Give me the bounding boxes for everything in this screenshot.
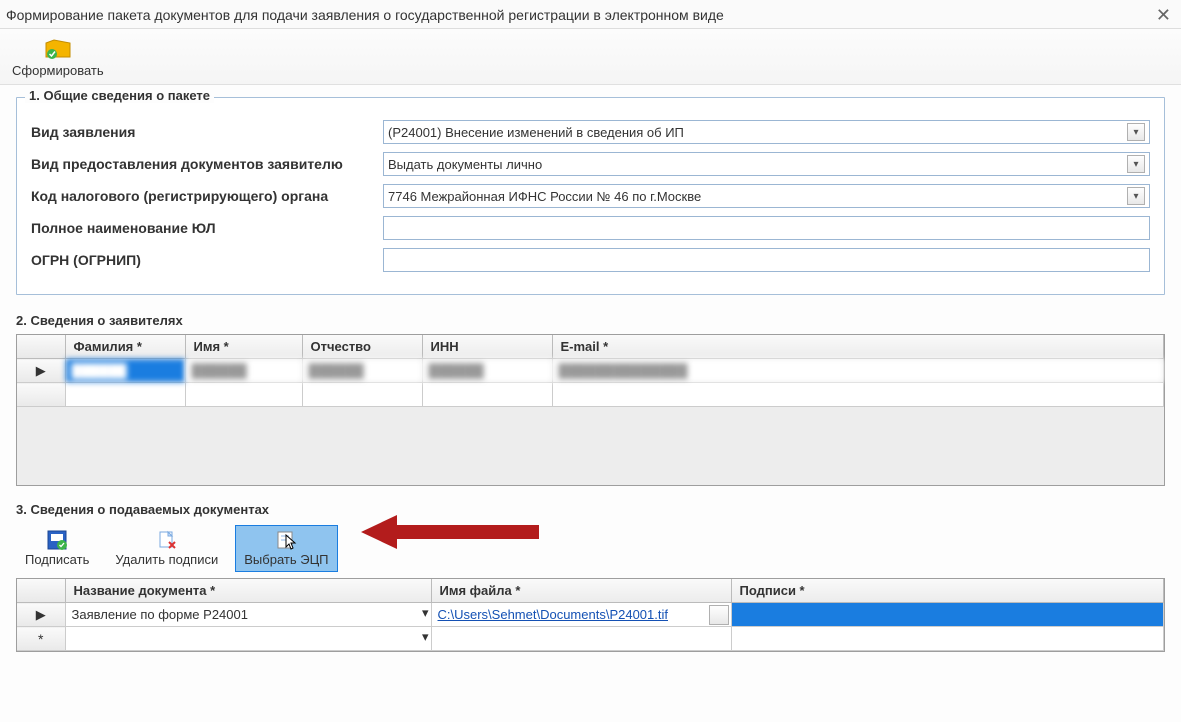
applicants-title: 2. Сведения о заявителях xyxy=(16,313,1165,328)
chevron-down-icon[interactable]: ▾ xyxy=(1127,123,1145,141)
table-row-new[interactable]: * ▾ xyxy=(17,627,1164,651)
row-indicator-icon: ▶ xyxy=(17,359,65,383)
titlebar: Формирование пакета документов для подач… xyxy=(0,0,1181,29)
row-header-corner xyxy=(17,335,65,359)
table-row-empty[interactable] xyxy=(17,383,1164,407)
chevron-down-icon[interactable]: ▾ xyxy=(422,605,429,621)
cell-file-name[interactable]: C:\Users\Sehmet\Documents\P24001.tif xyxy=(431,603,731,627)
page-delete-icon xyxy=(155,530,179,550)
row-header-corner xyxy=(17,579,65,603)
select-ecp-label: Выбрать ЭЦП xyxy=(244,552,328,567)
cell-doc-name[interactable]: Заявление по форме P24001 ▾ xyxy=(65,603,431,627)
applicants-section: 2. Сведения о заявителях Фамилия * Имя *… xyxy=(16,313,1165,486)
folder-check-icon xyxy=(44,37,72,61)
applicants-grid[interactable]: Фамилия * Имя * Отчество ИНН E-mail * ▶ … xyxy=(16,334,1165,486)
documents-toolbar: Подписать Удалить подписи xyxy=(16,525,1165,572)
delivery-label: Вид предоставления документов заявителю xyxy=(31,156,383,172)
form-package-button[interactable]: Сформировать xyxy=(12,37,104,78)
delete-signatures-label: Удалить подписи xyxy=(115,552,218,567)
cell-name[interactable]: ██████ xyxy=(185,359,302,383)
table-row[interactable]: ▶ Заявление по форме P24001 ▾ C:\Users\S… xyxy=(17,603,1164,627)
col-surname[interactable]: Фамилия * xyxy=(65,335,185,359)
delete-signatures-button[interactable]: Удалить подписи xyxy=(106,525,227,572)
documents-grid[interactable]: Название документа * Имя файла * Подписи… xyxy=(16,578,1165,652)
full-name-input[interactable] xyxy=(383,216,1150,240)
app-type-value: (Р24001) Внесение изменений в сведения о… xyxy=(388,125,684,140)
general-info-title: 1. Общие сведения о пакете xyxy=(25,88,214,103)
ogrn-input[interactable] xyxy=(383,248,1150,272)
form-package-label: Сформировать xyxy=(12,63,104,78)
col-email[interactable]: E-mail * xyxy=(552,335,1164,359)
window-title: Формирование пакета документов для подач… xyxy=(6,7,724,23)
col-signatures[interactable]: Подписи * xyxy=(731,579,1164,603)
documents-section: 3. Сведения о подаваемых документах Подп… xyxy=(16,502,1165,652)
cell-patronymic[interactable]: ██████ xyxy=(302,359,422,383)
tax-code-label: Код налогового (регистрирующего) органа xyxy=(31,188,383,204)
ogrn-label: ОГРН (ОГРНИП) xyxy=(31,252,383,268)
chevron-down-icon[interactable]: ▾ xyxy=(1127,187,1145,205)
tax-code-select[interactable]: 7746 Межрайонная ИФНС России № 46 по г.М… xyxy=(383,184,1150,208)
cell-email[interactable]: ██████████████ xyxy=(552,359,1164,383)
certificate-icon xyxy=(274,530,298,550)
tax-code-value: 7746 Межрайонная ИФНС России № 46 по г.М… xyxy=(388,189,701,204)
delivery-select[interactable]: Выдать документы лично ▾ xyxy=(383,152,1150,176)
browse-button[interactable] xyxy=(709,605,729,625)
documents-title: 3. Сведения о подаваемых документах xyxy=(16,502,1165,517)
grid-empty-area xyxy=(17,407,1164,485)
cell-surname[interactable]: ██████ xyxy=(65,359,185,383)
app-type-select[interactable]: (Р24001) Внесение изменений в сведения о… xyxy=(383,120,1150,144)
floppy-check-icon xyxy=(45,530,69,550)
col-name[interactable]: Имя * xyxy=(185,335,302,359)
cell-signatures[interactable] xyxy=(731,603,1164,627)
doc-name-value: Заявление по форме P24001 xyxy=(72,607,248,622)
sign-label: Подписать xyxy=(25,552,89,567)
full-name-label: Полное наименование ЮЛ xyxy=(31,220,383,236)
sign-button[interactable]: Подписать xyxy=(16,525,98,572)
app-type-label: Вид заявления xyxy=(31,124,383,140)
general-info-panel: 1. Общие сведения о пакете Вид заявления… xyxy=(16,97,1165,295)
delivery-value: Выдать документы лично xyxy=(388,157,542,172)
new-row-indicator-icon: * xyxy=(17,627,65,651)
col-patronymic[interactable]: Отчество xyxy=(302,335,422,359)
col-file-name[interactable]: Имя файла * xyxy=(431,579,731,603)
col-doc-name[interactable]: Название документа * xyxy=(65,579,431,603)
select-ecp-button[interactable]: Выбрать ЭЦП xyxy=(235,525,337,572)
row-indicator-icon: ▶ xyxy=(17,603,65,627)
file-path-link[interactable]: C:\Users\Sehmet\Documents\P24001.tif xyxy=(438,607,669,622)
main-toolbar: Сформировать xyxy=(0,29,1181,85)
col-inn[interactable]: ИНН xyxy=(422,335,552,359)
table-row[interactable]: ▶ ██████ ██████ ██████ ██████ ██████████… xyxy=(17,359,1164,383)
close-icon[interactable]: ✕ xyxy=(1156,6,1171,24)
cell-inn[interactable]: ██████ xyxy=(422,359,552,383)
chevron-down-icon[interactable]: ▾ xyxy=(422,629,429,645)
chevron-down-icon[interactable]: ▾ xyxy=(1127,155,1145,173)
